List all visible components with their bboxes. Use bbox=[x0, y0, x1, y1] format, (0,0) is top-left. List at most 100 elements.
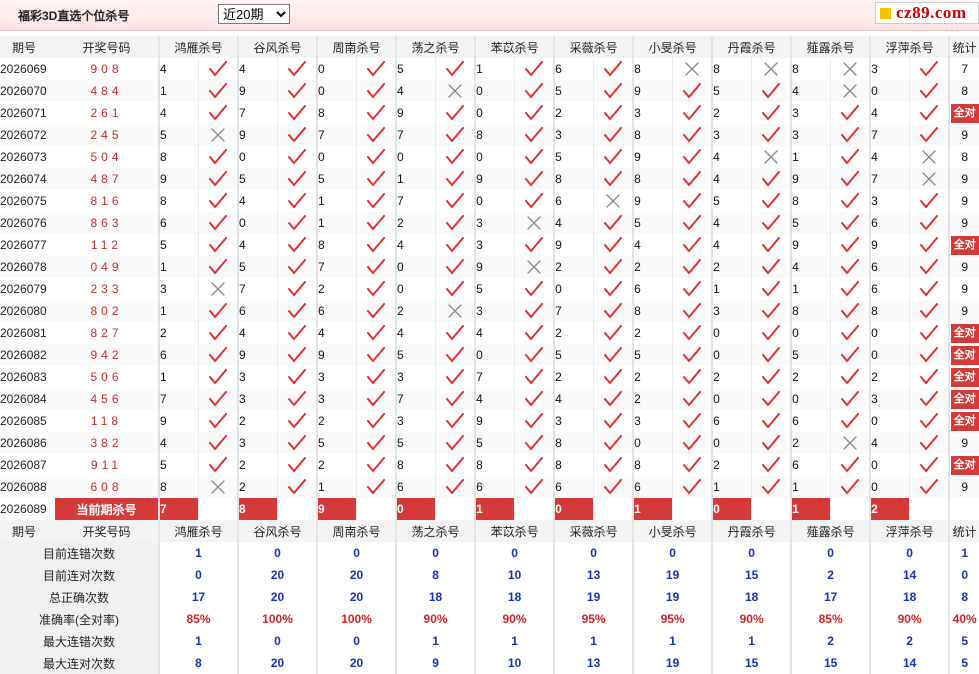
column-header-expert[interactable]: 小旻杀号 bbox=[632, 520, 712, 542]
result-correct bbox=[830, 388, 870, 410]
period-cell: 2026086 bbox=[0, 432, 55, 454]
table-row: 2026069 908 4 4 0 5 1 6 8 8 8 3 7 bbox=[0, 58, 979, 80]
kill-number-cell: 4 bbox=[711, 168, 752, 190]
kill-number-cell: 5 bbox=[790, 212, 831, 234]
stats-label: 最大连对次数 bbox=[0, 652, 158, 674]
kill-number-cell: 6 bbox=[711, 410, 751, 432]
column-header-expert[interactable]: 荡之杀号 bbox=[395, 36, 475, 58]
check-mark-icon bbox=[209, 325, 227, 341]
kill-number-cell: 4 bbox=[237, 58, 277, 80]
kill-number-cell: 1 bbox=[158, 80, 198, 102]
check-mark-icon bbox=[604, 391, 623, 407]
check-mark-icon bbox=[367, 171, 386, 187]
stats-value: 0 bbox=[869, 542, 948, 564]
column-header-expert[interactable]: 浮萍杀号 bbox=[869, 520, 949, 542]
kill-number-cell: 9 bbox=[790, 168, 831, 190]
check-mark-icon bbox=[683, 259, 702, 275]
current-result-empty bbox=[198, 498, 238, 520]
result-correct bbox=[356, 476, 396, 498]
result-wrong bbox=[751, 58, 790, 80]
check-mark-icon bbox=[367, 149, 386, 165]
kill-number-cell: 4 bbox=[474, 322, 514, 344]
result-correct bbox=[830, 168, 870, 190]
stats-value: 20 bbox=[237, 586, 316, 608]
column-header-expert[interactable]: 苯苡杀号 bbox=[474, 520, 554, 542]
result-correct bbox=[672, 212, 712, 234]
site-logo[interactable]: cz89.com bbox=[875, 2, 979, 24]
period-cell: 2026082 bbox=[0, 344, 55, 366]
kill-number-cell: 2 bbox=[395, 212, 436, 234]
kill-number-cell: 6 bbox=[869, 278, 909, 300]
column-header-expert[interactable]: 采薇杀号 bbox=[553, 520, 633, 542]
current-kill-number: 1 bbox=[632, 498, 673, 520]
stats-value: 85% bbox=[790, 608, 869, 630]
column-header-expert[interactable]: 丹霞杀号 bbox=[711, 36, 791, 58]
result-correct bbox=[672, 322, 711, 344]
check-mark-icon bbox=[367, 347, 386, 363]
check-mark-icon bbox=[683, 149, 702, 165]
table-row: 2026086 382 4 3 5 5 5 8 0 0 2 4 9 bbox=[0, 432, 979, 454]
column-header-expert[interactable]: 谷风杀号 bbox=[237, 520, 317, 542]
kill-number-cell: 3 bbox=[553, 124, 594, 146]
draw-number-cell: 484 bbox=[55, 80, 158, 102]
period-range-select[interactable]: 近20期 bbox=[218, 4, 290, 24]
stats-value: 0 bbox=[316, 630, 395, 652]
kill-number-cell: 3 bbox=[474, 212, 515, 234]
draw-number-cell: 245 bbox=[55, 124, 158, 146]
result-correct bbox=[514, 388, 554, 410]
result-correct bbox=[593, 146, 632, 168]
column-header-expert[interactable]: 周南杀号 bbox=[316, 520, 396, 542]
column-header-expert[interactable]: 鸿雁杀号 bbox=[158, 36, 238, 58]
check-mark-icon bbox=[367, 281, 386, 297]
column-header-expert[interactable]: 荡之杀号 bbox=[395, 520, 475, 542]
count-cell: 9 bbox=[948, 432, 979, 454]
result-correct bbox=[830, 410, 869, 432]
result-correct bbox=[198, 410, 237, 432]
kill-number-cell: 2 bbox=[632, 256, 673, 278]
check-mark-icon bbox=[604, 215, 623, 231]
column-header-expert[interactable]: 小旻杀号 bbox=[632, 36, 712, 58]
kill-number-cell: 8 bbox=[474, 454, 514, 476]
column-header-expert[interactable]: 谷风杀号 bbox=[237, 36, 317, 58]
result-correct bbox=[514, 124, 554, 146]
result-correct bbox=[830, 234, 869, 256]
result-correct bbox=[356, 146, 395, 168]
kill-number-cell: 2 bbox=[632, 388, 673, 410]
stats-value: 5 bbox=[948, 630, 979, 652]
column-header-expert[interactable]: 苯苡杀号 bbox=[474, 36, 554, 58]
cross-mark-icon bbox=[922, 172, 936, 186]
count-cell: 8 bbox=[948, 80, 979, 102]
check-mark-icon bbox=[288, 237, 307, 253]
column-header-expert[interactable]: 采薇杀号 bbox=[553, 36, 633, 58]
kill-number-cell: 7 bbox=[316, 256, 357, 278]
check-mark-icon bbox=[209, 391, 227, 407]
check-mark-icon bbox=[367, 325, 386, 341]
column-header-expert[interactable]: 薤露杀号 bbox=[790, 520, 870, 542]
result-correct bbox=[751, 366, 790, 388]
column-header-expert[interactable]: 丹霞杀号 bbox=[711, 520, 791, 542]
kill-number-cell: 6 bbox=[553, 476, 594, 498]
column-header-expert[interactable]: 周南杀号 bbox=[316, 36, 396, 58]
check-mark-icon bbox=[683, 479, 702, 495]
result-correct bbox=[435, 388, 475, 410]
stats-value: 13 bbox=[553, 564, 632, 586]
result-correct bbox=[435, 146, 474, 168]
result-correct bbox=[435, 322, 474, 344]
check-mark-icon bbox=[367, 215, 386, 231]
column-header-expert[interactable]: 浮萍杀号 bbox=[869, 36, 949, 58]
result-correct bbox=[514, 366, 553, 388]
result-correct bbox=[909, 256, 949, 278]
table-row: 2026081 827 2 4 4 4 4 2 2 0 0 0 全对 bbox=[0, 322, 979, 344]
result-correct bbox=[277, 322, 316, 344]
kill-number-cell: 2 bbox=[711, 256, 752, 278]
kill-number-cell: 7 bbox=[395, 388, 436, 410]
draw-number-cell: 487 bbox=[55, 168, 158, 190]
cross-mark-icon bbox=[211, 282, 225, 296]
kill-number-cell: 4 bbox=[711, 146, 751, 168]
check-mark-icon bbox=[683, 127, 702, 143]
count-cell: 8 bbox=[948, 146, 979, 168]
column-header-expert[interactable]: 鸿雁杀号 bbox=[158, 520, 238, 542]
result-correct bbox=[909, 190, 948, 212]
check-mark-icon bbox=[288, 325, 307, 341]
column-header-expert[interactable]: 薤露杀号 bbox=[790, 36, 870, 58]
